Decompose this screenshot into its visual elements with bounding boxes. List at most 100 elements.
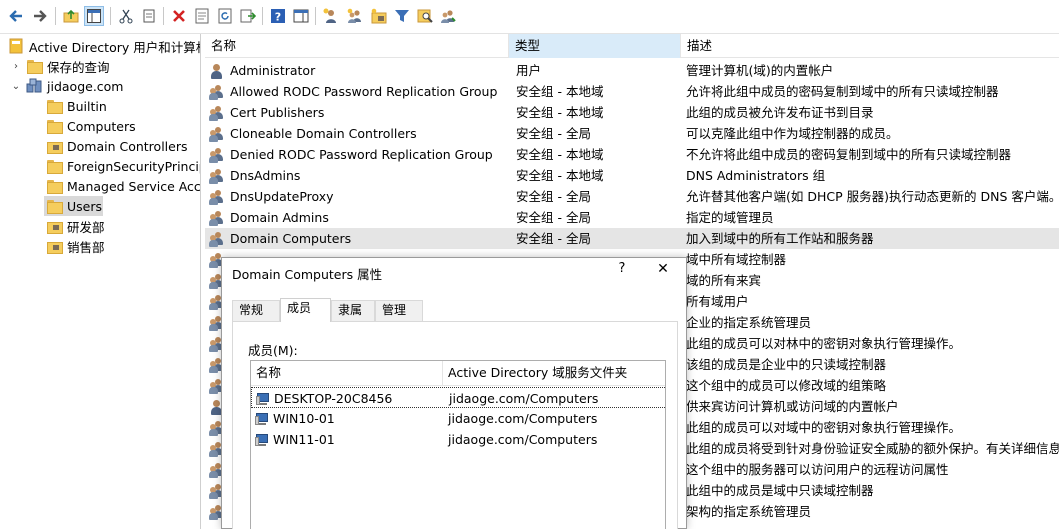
tree-item-builtin[interactable]: Builtin — [46, 96, 200, 116]
row-name: Domain Computers — [230, 231, 352, 246]
tree-item-domain[interactable]: ⌄ jidaoge.com — [10, 76, 200, 96]
members-label: 成员(M): — [248, 343, 298, 358]
folder-icon — [26, 58, 43, 74]
member-name: WIN10-01 — [273, 411, 335, 426]
tree-item-label: ForeignSecurityPrincipals — [67, 158, 200, 174]
folder-icon — [46, 98, 63, 114]
tree-item-domain-controllers[interactable]: Domain Controllers — [46, 136, 200, 156]
up-folder-icon[interactable] — [61, 6, 81, 26]
group-icon — [209, 126, 225, 142]
show-hide-console-tree-icon[interactable] — [84, 6, 104, 26]
create-user-icon[interactable] — [321, 6, 341, 26]
tree-item-label: Builtin — [67, 98, 107, 114]
column-header-name[interactable]: 名称 — [205, 34, 509, 58]
column-header-member-name[interactable]: 名称 — [251, 361, 443, 385]
properties-icon[interactable] — [192, 6, 212, 26]
table-row[interactable]: Denied RODC Password Replication Group 安全… — [205, 144, 1059, 165]
tree-item-label: jidaoge.com — [47, 78, 124, 94]
row-type: 安全组 - 本地域 — [516, 84, 604, 99]
tree-root[interactable]: Active Directory 用户和计算机 — [8, 36, 201, 56]
row-name: Domain Admins — [230, 210, 329, 225]
row-name: DnsAdmins — [230, 168, 301, 183]
cut-icon[interactable] — [116, 6, 136, 26]
table-row[interactable]: Domain Admins 安全组 - 全局 指定的域管理员 — [205, 207, 1059, 228]
user-icon — [209, 63, 225, 79]
close-icon[interactable]: ✕ — [655, 261, 671, 277]
member-row[interactable]: WIN10-01 jidaoge.com/Computers — [251, 408, 665, 429]
group-icon — [209, 147, 225, 163]
member-row[interactable]: WIN11-01 jidaoge.com/Computers — [251, 429, 665, 450]
forward-arrow-icon[interactable] — [30, 6, 50, 26]
tree-item-computers[interactable]: Computers — [46, 116, 200, 136]
chevron-right-icon[interactable]: › — [10, 60, 22, 72]
tree-item-managed-service-accounts[interactable]: Managed Service Accounts — [46, 176, 200, 196]
member-name: WIN11-01 — [273, 432, 335, 447]
create-group-icon[interactable] — [345, 6, 365, 26]
show-action-pane-icon[interactable] — [291, 6, 311, 26]
find-icon[interactable] — [415, 6, 435, 26]
tree-item-users[interactable]: Users — [44, 196, 103, 216]
refresh-icon[interactable] — [215, 6, 235, 26]
chevron-down-icon[interactable]: ⌄ — [10, 80, 22, 92]
tab-members[interactable]: 成员 — [280, 298, 331, 322]
row-type: 安全组 - 全局 — [516, 126, 591, 141]
folder-icon — [46, 178, 63, 194]
row-description: 该组的成员是企业中的只读域控制器 — [686, 357, 887, 372]
tab-general[interactable]: 常规 — [232, 300, 280, 321]
group-icon — [209, 105, 225, 121]
member-name-cell: DESKTOP-20C8456 — [256, 388, 392, 409]
tree-item-sales-dept[interactable]: 销售部 — [46, 236, 200, 256]
help-icon[interactable]: ? — [614, 261, 630, 277]
row-name: Allowed RODC Password Replication Group — [230, 84, 498, 99]
folder-icon — [46, 158, 63, 174]
row-type: 安全组 - 本地域 — [516, 168, 604, 183]
column-header-description[interactable]: 描述 — [681, 34, 1059, 58]
tree-item-saved-queries[interactable]: › 保存的查询 — [10, 56, 200, 76]
row-description: DNS Administrators 组 — [686, 168, 826, 183]
row-name-cell: Allowed RODC Password Replication Group — [209, 81, 509, 102]
filter-icon[interactable] — [392, 6, 412, 26]
tree-item-label: Computers — [67, 118, 136, 134]
table-row[interactable]: Domain Computers 安全组 - 全局 加入到域中的所有工作站和服务器 — [205, 228, 1059, 249]
tree-root-label: Active Directory 用户和计算机 — [29, 39, 201, 55]
computer-icon — [256, 392, 272, 406]
tab-member-of[interactable]: 隶属于 — [331, 300, 375, 336]
tree-item-label: 保存的查询 — [47, 59, 110, 75]
table-row[interactable]: Allowed RODC Password Replication Group 安… — [205, 81, 1059, 102]
delete-icon[interactable] — [169, 6, 189, 26]
table-row[interactable]: DnsAdmins 安全组 - 本地域 DNS Administrators 组 — [205, 165, 1059, 186]
table-row[interactable]: Cloneable Domain Controllers 安全组 - 全局 可以克隆… — [205, 123, 1059, 144]
member-name: DESKTOP-20C8456 — [274, 391, 393, 406]
copy-icon[interactable] — [139, 6, 159, 26]
row-name-cell: Domain Admins — [209, 207, 509, 228]
tree-item-foreign-security-principals[interactable]: ForeignSecurityPrincipals — [46, 156, 200, 176]
row-description: 允许将此组中成员的密码复制到域中的所有只读域控制器 — [686, 84, 999, 99]
row-type: 安全组 - 全局 — [516, 189, 591, 204]
add-to-group-icon[interactable] — [438, 6, 458, 26]
row-type: 安全组 - 全局 — [516, 231, 591, 246]
column-header-type[interactable]: 类型 — [509, 34, 681, 58]
back-arrow-icon[interactable] — [6, 6, 26, 26]
table-row[interactable]: Cert Publishers 安全组 - 本地域 此组的成员被允许发布证书到目录 — [205, 102, 1059, 123]
member-row[interactable]: DESKTOP-20C8456 jidaoge.com/Computers — [251, 387, 665, 409]
help-icon[interactable]: ? — [268, 6, 288, 26]
members-list[interactable]: 名称 Active Directory 域服务文件夹 DESKTOP-20C84… — [250, 360, 666, 529]
create-ou-icon[interactable] — [369, 6, 389, 26]
tree-item-rd-dept[interactable]: 研发部 — [46, 216, 200, 236]
ou-icon — [46, 138, 63, 154]
row-description: 域中所有域控制器 — [686, 252, 787, 267]
ou-icon — [46, 238, 63, 254]
ou-icon — [46, 218, 63, 234]
tab-managed-by[interactable]: 管理者 — [375, 300, 423, 336]
members-tab-panel: 成员(M): 名称 Active Directory 域服务文件夹 DESKTO… — [232, 321, 678, 529]
table-row[interactable]: DnsUpdateProxy 安全组 - 全局 允许替其他客户端(如 DHCP 服务… — [205, 186, 1059, 207]
table-row[interactable]: Administrator 用户 管理计算机(域)的内置帐户 — [205, 60, 1059, 81]
tree-item-label: Domain Controllers — [67, 138, 188, 154]
export-list-icon[interactable] — [238, 6, 258, 26]
toolbar: ? — [0, 0, 1059, 34]
column-header-ad-folder[interactable]: Active Directory 域服务文件夹 — [443, 361, 665, 385]
row-name-cell: Cloneable Domain Controllers — [209, 123, 509, 144]
properties-dialog: Domain Computers 属性 ? ✕ 常规 成员 隶属于 管理者 成员… — [221, 257, 687, 529]
row-name-cell: Domain Computers — [209, 228, 509, 249]
row-description: 加入到域中的所有工作站和服务器 — [686, 231, 874, 246]
